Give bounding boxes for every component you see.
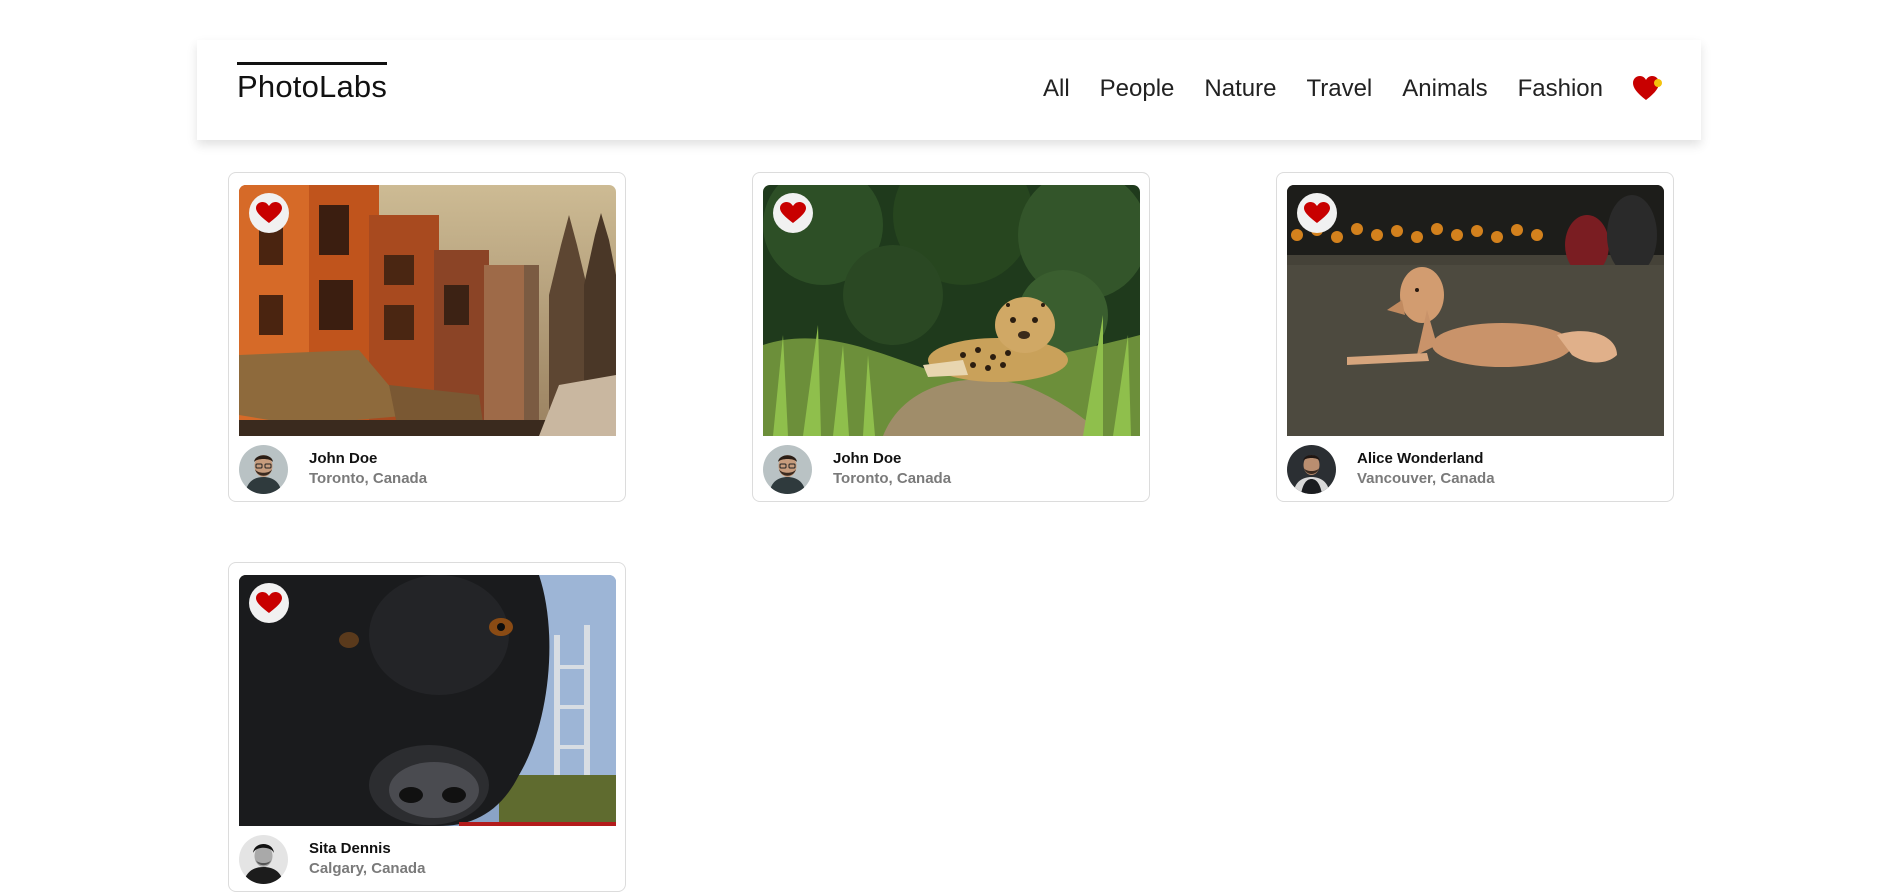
topic-animals[interactable]: Animals [1402,74,1487,104]
user-location: Vancouver, Canada [1357,470,1495,487]
user-name: John Doe [309,450,378,467]
favourite-button[interactable] [249,193,289,233]
topic-travel[interactable]: Travel [1306,74,1372,104]
photo-card[interactable]: Alice Wonderland Vancouver, Canada [1276,172,1674,502]
photo-card[interactable]: Sita Dennis Calgary, Canada [228,562,626,892]
top-nav-bar: PhotoLabs All People Nature Travel Anima… [197,40,1701,140]
photo-user-details: Sita Dennis Calgary, Canada [239,833,425,885]
heart-badge-icon[interactable] [1633,76,1663,102]
topic-list: All People Nature Travel Animals Fashion [1013,74,1663,104]
user-location: Toronto, Canada [833,470,952,487]
user-avatar[interactable] [763,444,812,494]
user-avatar[interactable] [239,444,288,494]
heart-icon [256,202,282,223]
user-avatar[interactable] [239,834,288,884]
photo-user-details: Alice Wonderland Vancouver, Canada [1287,443,1495,495]
photo-user-details: John Doe Toronto, Canada [239,443,427,495]
photo-image-dog-lawn[interactable] [1287,185,1664,436]
user-name: Alice Wonderland [1357,450,1484,467]
topic-nature[interactable]: Nature [1204,74,1276,104]
photo-image-street[interactable] [239,185,616,436]
photo-image-jaguar[interactable] [763,185,1140,436]
favourite-button[interactable] [773,193,813,233]
user-name: John Doe [833,450,902,467]
app-logo[interactable]: PhotoLabs [237,62,388,103]
photo-user-details: John Doe Toronto, Canada [763,443,951,495]
user-location: Calgary, Canada [309,860,426,877]
photo-card[interactable]: John Doe Toronto, Canada [228,172,626,502]
user-location: Toronto, Canada [309,470,428,487]
photo-card[interactable]: John Doe Toronto, Canada [752,172,1150,502]
favourite-button[interactable] [1297,193,1337,233]
topic-fashion[interactable]: Fashion [1518,74,1603,104]
topic-all[interactable]: All [1043,74,1070,104]
user-avatar[interactable] [1287,444,1336,494]
heart-icon [256,592,282,613]
heart-icon [780,202,806,223]
favourite-button[interactable] [249,583,289,623]
photo-image-black-dog[interactable] [239,575,616,826]
topic-people[interactable]: People [1100,74,1175,104]
user-name: Sita Dennis [309,840,391,857]
heart-icon [1304,202,1330,223]
